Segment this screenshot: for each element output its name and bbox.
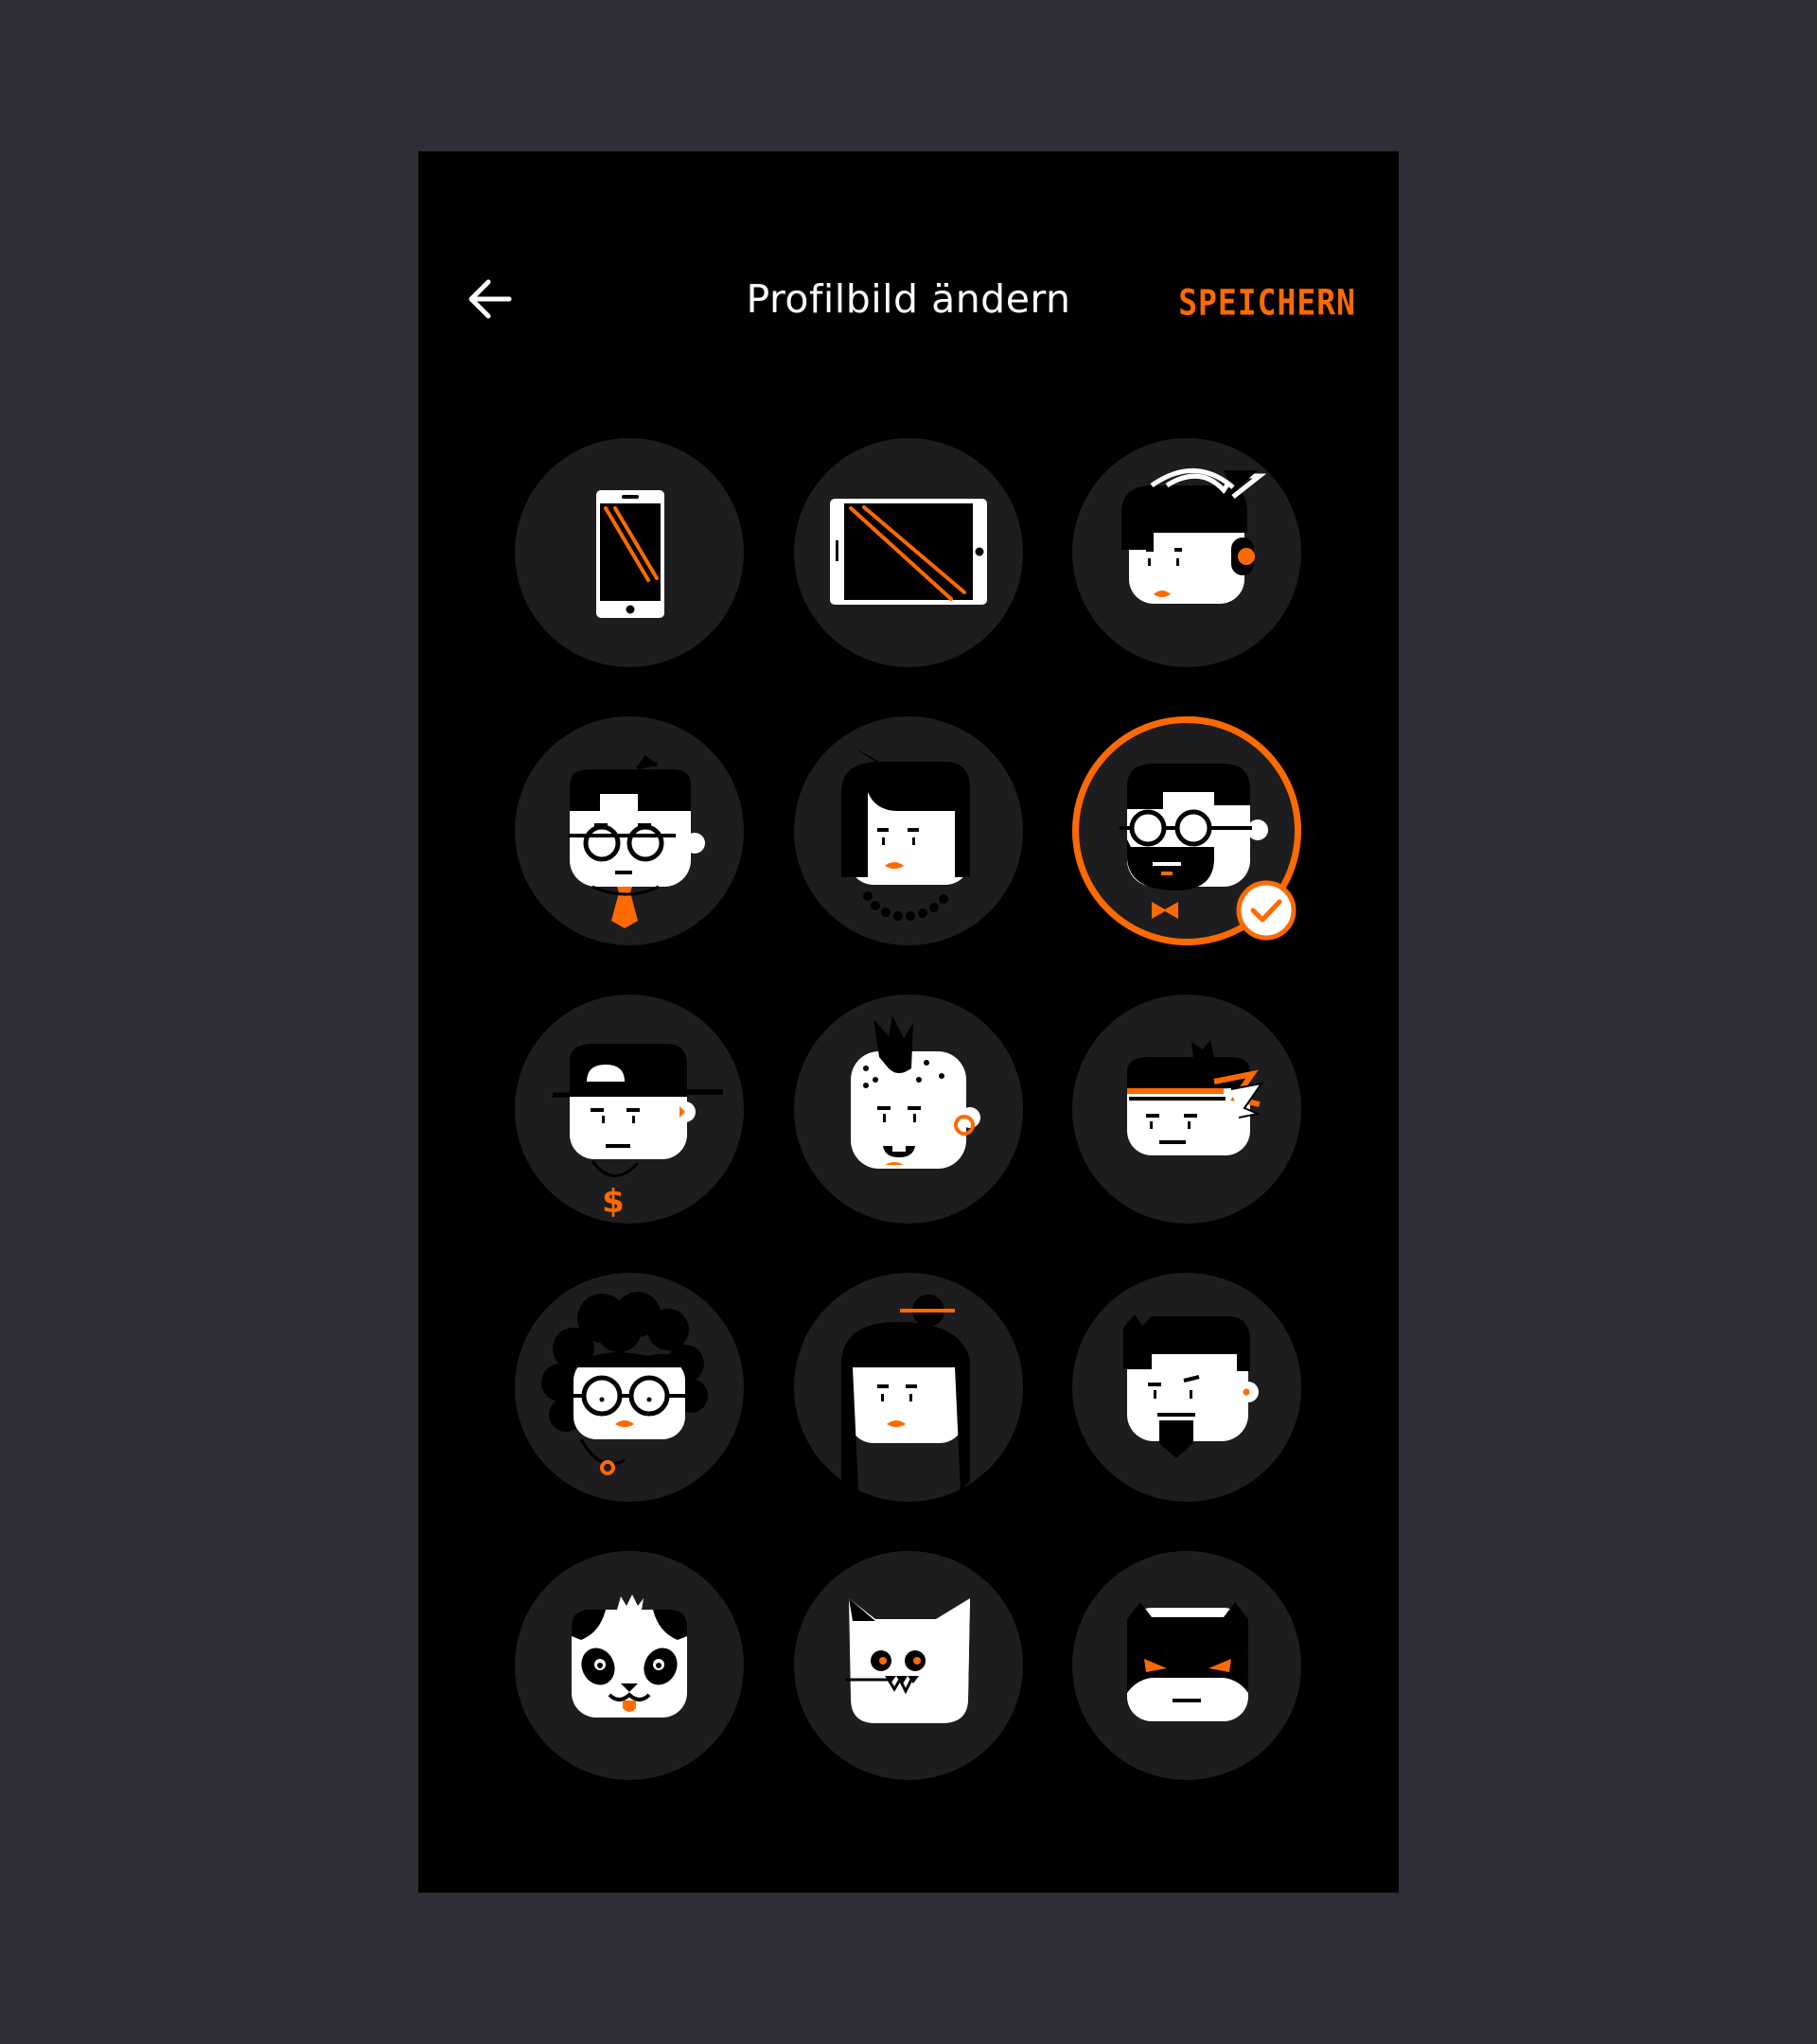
avatar-option-ghost-cat[interactable] xyxy=(794,1551,1023,1780)
avatar-option-mohawk-punk[interactable] xyxy=(794,995,1023,1224)
avatar-option-cap-guy[interactable]: $ xyxy=(515,995,744,1224)
avatar-option-headphones-girl[interactable] xyxy=(1072,438,1301,667)
avatar-option-hair-bun-woman[interactable] xyxy=(794,1273,1023,1502)
avatar-option-curly-woman[interactable] xyxy=(515,1273,744,1502)
cap-dollar-chain-icon: $ xyxy=(553,1044,723,1221)
phone-portrait-icon xyxy=(596,490,664,618)
avatar-option-panda[interactable] xyxy=(515,1551,744,1780)
goatee-guy-icon xyxy=(1123,1314,1259,1458)
app-screen: Profilbild ändern SPEICHERN $ xyxy=(418,151,1399,1893)
curly-hair-glasses-woman-icon xyxy=(541,1292,708,1475)
save-button[interactable]: SPEICHERN xyxy=(1178,269,1356,337)
arrow-left-icon xyxy=(468,279,512,319)
glasses-tie-guy-icon xyxy=(568,755,705,928)
avatar-option-goatee-guy[interactable] xyxy=(1072,1273,1301,1502)
headphones-girl-icon xyxy=(1121,468,1267,604)
bat-mask-icon xyxy=(1127,1602,1248,1721)
back-button[interactable] xyxy=(452,269,528,329)
svg-text:$: $ xyxy=(602,1183,625,1221)
tablet-landscape-icon xyxy=(830,499,987,605)
mohawk-punk-icon xyxy=(851,1015,980,1169)
avatar-option-phone[interactable] xyxy=(515,438,744,667)
panda-icon xyxy=(572,1595,687,1718)
hair-bun-woman-icon xyxy=(841,1295,970,1490)
avatar-option-bearded-hipster[interactable] xyxy=(1072,716,1301,945)
avatar-option-bat-mask[interactable] xyxy=(1072,1551,1301,1780)
headband-ninja-icon xyxy=(1127,1040,1264,1155)
avatar-option-tablet[interactable] xyxy=(794,438,1023,667)
avatar-option-headband-ninja[interactable] xyxy=(1072,995,1301,1224)
pearl-necklace-woman-icon xyxy=(841,747,970,921)
ghost-cat-icon xyxy=(845,1598,970,1723)
checkmark-badge-icon xyxy=(1236,880,1297,941)
avatar-option-glasses-tie-guy[interactable] xyxy=(515,716,744,945)
avatar-option-pearl-woman[interactable] xyxy=(794,716,1023,945)
